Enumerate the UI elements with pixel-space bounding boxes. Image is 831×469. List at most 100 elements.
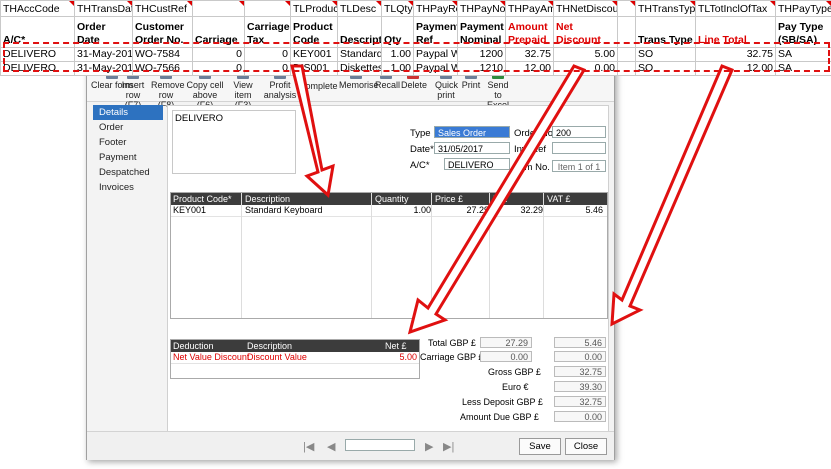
deduction-cell[interactable]: Net Value Discount (171, 352, 249, 363)
table-row[interactable]: Net Value Discount Discount Value 5.00 (171, 352, 419, 364)
sheet-label[interactable]: Carriage (192, 16, 245, 48)
address-memo[interactable]: DELIVERO (172, 110, 296, 174)
sheet-cell[interactable]: 1.00 (381, 61, 414, 76)
deduction-cell[interactable]: Discount Value (245, 352, 307, 363)
sheet-cell[interactable]: 0 (192, 47, 245, 62)
sheet-cell[interactable] (617, 61, 636, 76)
sheet-label[interactable]: Amount Prepaid (505, 16, 554, 48)
sheet-header-cell[interactable]: THPayRef (413, 0, 458, 17)
sheet-cell[interactable]: WO-7566 (132, 61, 193, 76)
sheet-label[interactable] (617, 16, 636, 48)
sheet-cell[interactable]: SA (775, 47, 831, 62)
sheet-label[interactable]: Qty (381, 16, 414, 48)
sheet-cell[interactable]: 12.00 (505, 61, 554, 76)
sheet-cell[interactable]: 12.00 (695, 61, 776, 76)
sheet-label[interactable]: Description (337, 16, 382, 48)
complete-button[interactable]: Complete (299, 81, 338, 91)
sidebar-item-invoices[interactable]: Invoices (93, 180, 163, 195)
sheet-cell[interactable]: DELIVERO (0, 61, 75, 76)
sheet-cell[interactable]: DELIVERO (0, 47, 75, 62)
type-select[interactable]: Sales Order (434, 126, 510, 138)
order-number-field[interactable]: 200 (552, 126, 606, 138)
sheet-cell[interactable]: Paypal WO (413, 61, 458, 76)
sheet-label[interactable]: Customer Order No. (132, 16, 193, 48)
sheet-label[interactable]: Trans Type (635, 16, 696, 48)
sheet-cell[interactable]: 0 (244, 61, 291, 76)
deduction-cell[interactable]: 5.00 (391, 352, 417, 363)
carriage-vat[interactable]: 0.00 (554, 351, 606, 362)
sheet-header-cell[interactable]: TLQty (381, 0, 414, 17)
sheet-cell[interactable]: 31-May-2017 (74, 61, 133, 76)
sheet-header-cell[interactable] (244, 0, 291, 17)
sheet-cell[interactable]: KEY001 (290, 47, 338, 62)
sheet-header-cell[interactable]: TLProduct (290, 0, 338, 17)
sheet-cell[interactable]: 32.75 (695, 47, 776, 62)
sheet-label[interactable]: Payment Ref (413, 16, 458, 48)
grid-cell[interactable]: KEY001 (171, 205, 206, 216)
sheet-header-cell[interactable]: THAccCode (0, 0, 75, 17)
record-search-field[interactable] (345, 439, 415, 451)
sheet-cell[interactable]: Paypal WO (413, 47, 458, 62)
grid-col-header[interactable]: Description (243, 193, 290, 205)
deduction-col-header[interactable]: Deduction (171, 340, 214, 352)
sheet-header-cell[interactable]: THCustRef (132, 0, 193, 17)
grid-col-header[interactable]: VAT £ (545, 193, 571, 205)
sheet-label[interactable]: Net Discount (553, 16, 618, 48)
sheet-header-cell[interactable]: THPayNom (457, 0, 506, 17)
sheet-cell[interactable]: SA (775, 61, 831, 76)
sheet-label[interactable]: A/C* (0, 16, 75, 48)
sheet-header-cell[interactable] (192, 0, 245, 17)
sheet-cell[interactable] (617, 47, 636, 62)
grid-cell[interactable]: 1.00 (403, 205, 431, 216)
grid-col-header[interactable]: Product Code* (171, 193, 232, 205)
sheet-header-cell[interactable] (617, 0, 636, 17)
carriage-net[interactable]: 0.00 (480, 351, 532, 362)
sheet-label[interactable]: Payment Nominal (457, 16, 506, 48)
sheet-label[interactable]: Line Total (695, 16, 776, 48)
grid-col-header[interactable]: Net (491, 193, 507, 205)
sheet-cell[interactable]: 1210 (457, 61, 506, 76)
sheet-label[interactable]: Product Code (290, 16, 338, 48)
sheet-header-cell[interactable]: TLTotInclOfTax (695, 0, 776, 17)
grid-cell[interactable]: 27.29 (461, 205, 489, 216)
sheet-header-cell[interactable]: THTransType (635, 0, 696, 17)
sidebar-item-despatched[interactable]: Despatched (93, 165, 163, 180)
save-button[interactable]: Save (519, 438, 561, 455)
sheet-cell[interactable]: 0.00 (553, 61, 618, 76)
sheet-header-cell[interactable]: THTransDate (74, 0, 133, 17)
grid-cell[interactable]: 5.46 (571, 205, 603, 216)
sidebar-item-footer[interactable]: Footer (93, 135, 163, 150)
sheet-header-cell[interactable]: TLDesc (337, 0, 382, 17)
sheet-cell[interactable]: 0 (192, 61, 245, 76)
sheet-cell[interactable]: 32.75 (505, 47, 554, 62)
grid-col-header[interactable]: Price £ (433, 193, 463, 205)
grid-cell[interactable]: 32.29 (511, 205, 543, 216)
sheet-cell[interactable]: DIS001 (290, 61, 338, 76)
sheet-label[interactable]: Carriage Tax (244, 16, 291, 48)
first-record-icon[interactable]: |◀ (303, 440, 314, 453)
close-button[interactable]: Close (565, 438, 607, 455)
deduction-col-header[interactable]: Description (245, 340, 292, 352)
sheet-header-cell[interactable]: THPayType (775, 0, 831, 17)
date-field[interactable]: 31/05/2017 (434, 142, 510, 154)
sidebar-item-order[interactable]: Order (93, 120, 163, 135)
sheet-cell[interactable]: Diskettes - P (337, 61, 382, 76)
previous-record-icon[interactable]: ◀ (327, 440, 335, 453)
next-record-icon[interactable]: ▶ (425, 440, 433, 453)
sheet-cell[interactable]: 5.00 (553, 47, 618, 62)
sheet-header-cell[interactable]: THNetDiscount (553, 0, 618, 17)
sheet-cell[interactable]: 1200 (457, 47, 506, 62)
grid-cell[interactable]: Standard Keyboard (243, 205, 323, 216)
sheet-cell[interactable]: SO (635, 47, 696, 62)
sheet-cell[interactable]: Standard Ke (337, 47, 382, 62)
last-record-icon[interactable]: ▶| (443, 440, 454, 453)
table-row[interactable]: KEY001 Standard Keyboard 1.00 27.29 32.2… (171, 205, 607, 217)
sheet-label[interactable]: Order Date (74, 16, 133, 48)
sidebar-item-payment[interactable]: Payment (93, 150, 163, 165)
sheet-cell[interactable]: 1.00 (381, 47, 414, 62)
inv-ref-field[interactable] (552, 142, 606, 154)
deduction-col-header[interactable]: Net £ (383, 340, 407, 352)
sheet-header-cell[interactable]: THPayAmt (505, 0, 554, 17)
sidebar-item-details[interactable]: Details (93, 105, 163, 120)
sheet-cell[interactable]: 0 (244, 47, 291, 62)
